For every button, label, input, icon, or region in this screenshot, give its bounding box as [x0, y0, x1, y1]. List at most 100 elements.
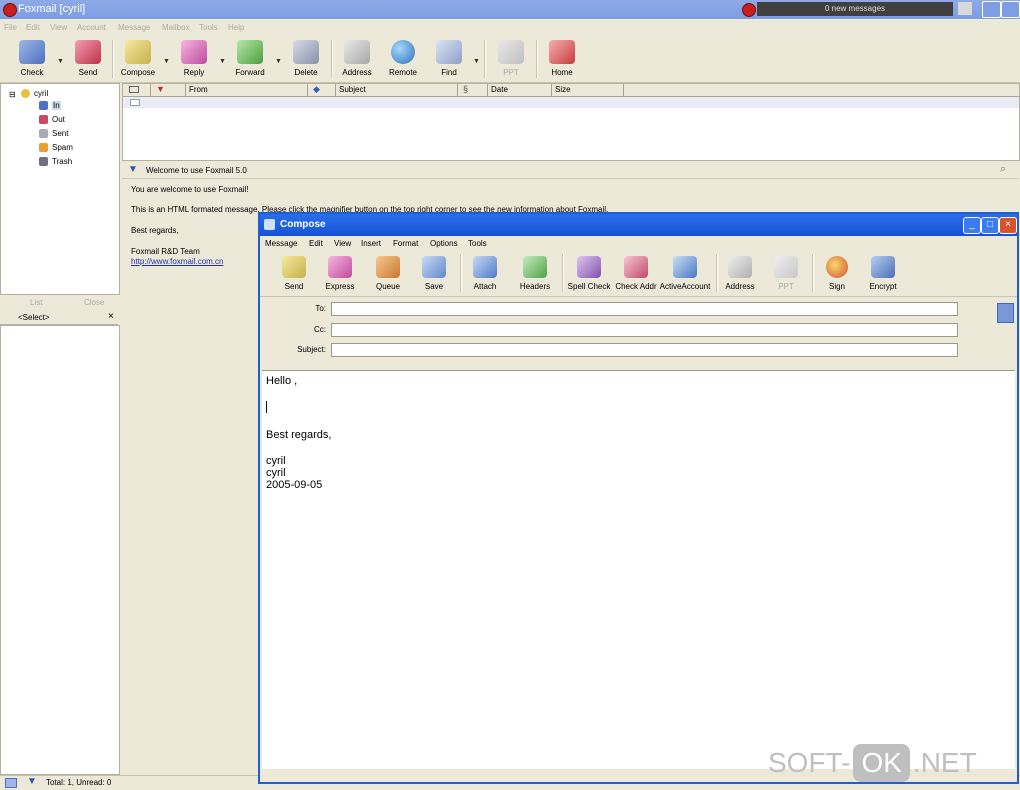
- folder-spam[interactable]: Spam: [39, 143, 73, 152]
- new-messages-notice[interactable]: 0 new messages: [757, 2, 953, 16]
- folder-in[interactable]: In: [39, 101, 61, 110]
- queue-button[interactable]: Queue: [368, 254, 408, 291]
- foxmail-link[interactable]: http://www.foxmail.com.cn: [131, 257, 223, 266]
- watermark-text: SOFT-: [768, 747, 851, 778]
- queue-icon: [376, 256, 400, 278]
- preview-line: Best regards,: [131, 226, 179, 235]
- menu-view[interactable]: View: [50, 23, 67, 32]
- maximize-button[interactable]: □: [981, 217, 999, 234]
- spell-check-button[interactable]: Spell Check: [566, 254, 612, 291]
- menu-tools[interactable]: Tools: [199, 23, 218, 32]
- sign-button[interactable]: Sign: [817, 254, 857, 291]
- priority-icon[interactable]: ◆: [313, 84, 320, 95]
- compose-send-button[interactable]: Send: [274, 254, 314, 291]
- encrypt-button[interactable]: Encrypt: [863, 254, 903, 291]
- attach-button[interactable]: Attach: [465, 254, 505, 291]
- list-tab[interactable]: List: [30, 298, 42, 307]
- outbox-icon: [39, 115, 48, 124]
- compose-menu-format[interactable]: Format: [393, 239, 418, 248]
- column-size[interactable]: Size: [555, 85, 571, 94]
- column-date[interactable]: Date: [491, 85, 508, 94]
- flag-icon[interactable]: ▼: [156, 84, 165, 94]
- active-account-button[interactable]: ActiveAccount: [659, 254, 711, 291]
- forward-dropdown-icon[interactable]: ▼: [275, 58, 282, 65]
- attachment-icon[interactable]: §: [463, 84, 468, 94]
- compose-button[interactable]: Compose: [115, 38, 161, 80]
- remote-button[interactable]: Remote: [380, 38, 426, 80]
- menu-file[interactable]: File: [4, 23, 17, 32]
- toolbar-separator: [112, 40, 114, 78]
- minimize-area[interactable]: [958, 2, 972, 15]
- folder-trash[interactable]: Trash: [39, 157, 72, 166]
- close-tab[interactable]: Close: [84, 298, 104, 307]
- main-title-bar[interactable]: Foxmail [cyril] 0 new messages: [0, 0, 1020, 19]
- read-status-icon[interactable]: [129, 86, 139, 93]
- address-select[interactable]: <Select> ×: [0, 310, 118, 325]
- find-dropdown-icon[interactable]: ▼: [473, 58, 480, 65]
- ppt-button: PPT: [488, 38, 534, 80]
- address-picker-icon[interactable]: [997, 303, 1014, 323]
- compose-ppt-button: PPT: [766, 254, 806, 291]
- close-button[interactable]: [1001, 1, 1020, 18]
- check-addr-button[interactable]: Check Addr: [613, 254, 659, 291]
- compose-body-editor[interactable]: Hello , Best regards, cyril cyril 2005-0…: [262, 370, 1015, 769]
- check-button[interactable]: Check: [9, 38, 55, 80]
- window-title: Foxmail [cyril]: [18, 3, 86, 15]
- folder-tree: ⊟ cyril In Out Sent Spam Trash: [0, 83, 120, 295]
- chevron-down-icon[interactable]: ▼: [27, 776, 37, 787]
- menu-account[interactable]: Account: [77, 23, 106, 32]
- send-button[interactable]: Send: [65, 38, 111, 80]
- watermark-text: .NET: [912, 747, 977, 778]
- subject-field[interactable]: [331, 343, 958, 357]
- compose-dropdown-icon[interactable]: ▼: [163, 58, 170, 65]
- compose-title-bar[interactable]: Compose _ □ ×: [260, 214, 1017, 236]
- envelope-icon: [130, 99, 140, 106]
- compose-menu-view[interactable]: View: [334, 239, 351, 248]
- express-icon: [328, 256, 352, 278]
- menu-help[interactable]: Help: [228, 23, 244, 32]
- restore-button[interactable]: [982, 1, 1001, 18]
- minimize-button[interactable]: _: [963, 217, 981, 234]
- sent-icon: [39, 129, 48, 138]
- cc-field[interactable]: [331, 323, 958, 337]
- forward-button[interactable]: Forward: [227, 38, 273, 80]
- compose-menu-edit[interactable]: Edit: [309, 239, 323, 248]
- chevron-down-icon[interactable]: ▼: [128, 164, 138, 175]
- delete-button[interactable]: Delete: [283, 38, 329, 80]
- trash-icon: [39, 157, 48, 166]
- folder-sent[interactable]: Sent: [39, 129, 68, 138]
- to-field[interactable]: [331, 302, 958, 316]
- headers-button[interactable]: Headers: [513, 254, 557, 291]
- inbox-icon: [39, 101, 48, 110]
- save-button[interactable]: Save: [414, 254, 454, 291]
- compose-menu-message[interactable]: Message: [265, 239, 297, 248]
- tree-collapse-icon[interactable]: ⊟: [9, 90, 16, 99]
- address-book-icon: [344, 40, 370, 64]
- compose-menu-options[interactable]: Options: [430, 239, 458, 248]
- folder-out[interactable]: Out: [39, 115, 65, 124]
- toolbar-separator: [460, 254, 462, 292]
- compose-menu-tools[interactable]: Tools: [468, 239, 487, 248]
- home-button[interactable]: Home: [539, 38, 585, 80]
- address-button[interactable]: Address: [334, 38, 380, 80]
- check-mail-icon: [19, 40, 45, 64]
- express-button[interactable]: Express: [318, 254, 362, 291]
- compose-close-button[interactable]: ×: [999, 217, 1017, 234]
- column-from[interactable]: From: [189, 85, 208, 94]
- menu-edit[interactable]: Edit: [26, 23, 40, 32]
- close-icon[interactable]: ×: [108, 311, 114, 322]
- menu-mailbox[interactable]: Mailbox: [162, 23, 190, 32]
- table-row[interactable]: [123, 97, 1019, 108]
- column-subject[interactable]: Subject: [339, 85, 366, 94]
- find-button[interactable]: Find: [426, 38, 472, 80]
- account-node[interactable]: cyril: [21, 89, 48, 98]
- reply-dropdown-icon[interactable]: ▼: [219, 58, 226, 65]
- new-mail-icon[interactable]: [742, 3, 756, 17]
- check-dropdown-icon[interactable]: ▼: [57, 58, 64, 65]
- menu-message[interactable]: Message: [118, 23, 150, 32]
- compose-menu-insert[interactable]: Insert: [361, 239, 381, 248]
- reply-button[interactable]: Reply: [171, 38, 217, 80]
- compose-address-button[interactable]: Address: [720, 254, 760, 291]
- magnifier-icon[interactable]: ⌕: [1000, 163, 1006, 176]
- address-book-icon: [728, 256, 752, 278]
